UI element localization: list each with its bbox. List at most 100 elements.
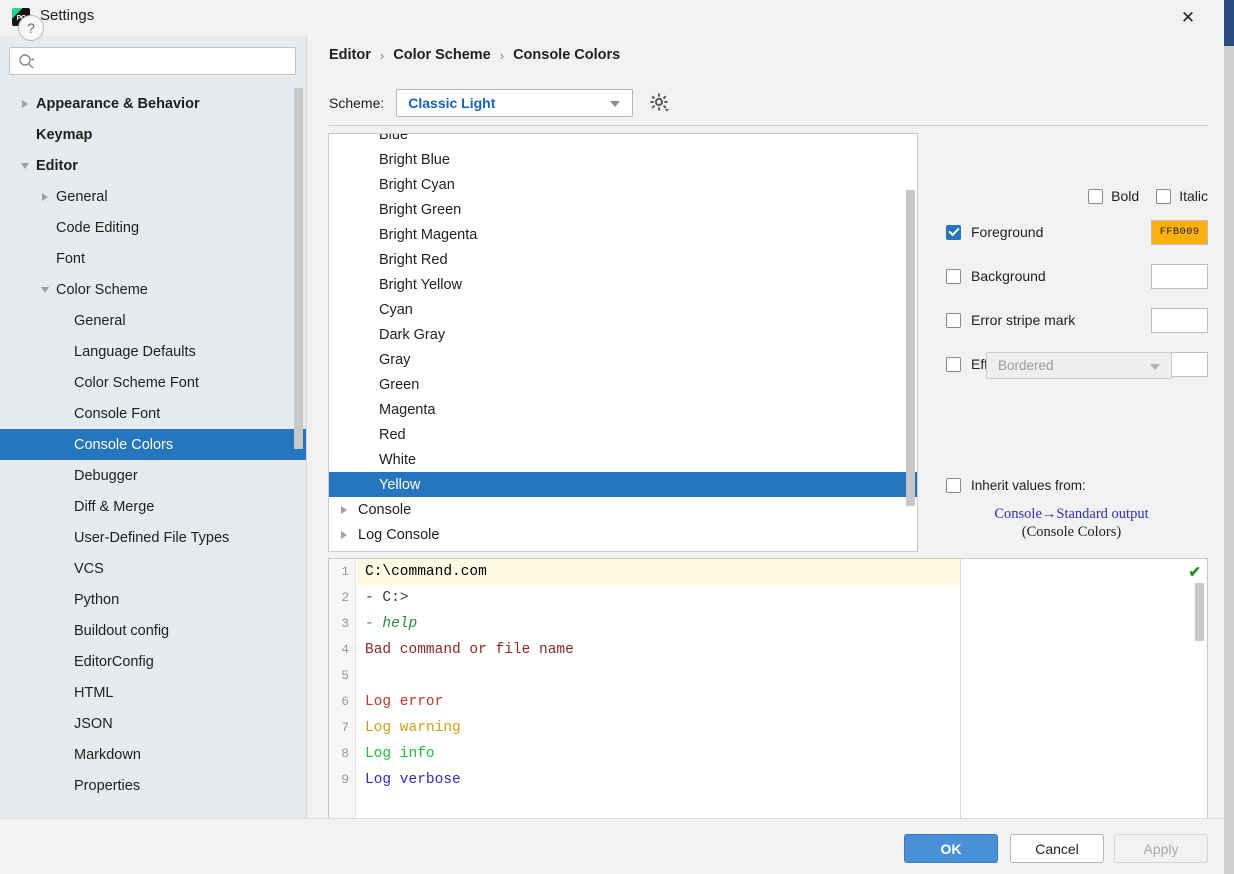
italic-option[interactable]: Italic [1156, 188, 1208, 204]
ok-button[interactable]: OK [904, 834, 998, 863]
inherit-source-link[interactable]: Console→Standard output [935, 505, 1208, 524]
preview-editor[interactable]: 123456789 C:\command.com- C:>- helpBad c… [328, 558, 1208, 836]
color-list-row[interactable]: Green [329, 372, 917, 397]
background-option[interactable]: Background [946, 268, 1046, 284]
apply-button[interactable]: Apply [1114, 834, 1208, 863]
sidebar-item-markdown[interactable]: Markdown [0, 739, 307, 770]
sidebar-item-diff-merge[interactable]: Diff & Merge [0, 491, 307, 522]
close-icon[interactable]: ✕ [1166, 0, 1210, 36]
code-line: - C:> [357, 585, 960, 611]
scheme-dropdown[interactable]: Classic Light [396, 89, 633, 117]
color-row-label: Blue [379, 133, 408, 143]
color-list-row[interactable]: Bright Cyan [329, 172, 917, 197]
color-list-row[interactable]: Dark Gray [329, 322, 917, 347]
line-number: 8 [329, 741, 355, 767]
cancel-button[interactable]: Cancel [1010, 834, 1104, 863]
search-input[interactable] [36, 54, 281, 69]
chevron-down-icon[interactable] [18, 159, 32, 173]
foreground-checkbox[interactable] [946, 225, 961, 240]
chevron-right-icon[interactable] [338, 529, 350, 541]
sidebar-item-label: VCS [74, 561, 104, 577]
color-settings-list[interactable]: BlueBright BlueBright CyanBright GreenBr… [328, 133, 918, 552]
color-list-row[interactable]: Bright Red [329, 247, 917, 272]
sidebar-item-html[interactable]: HTML [0, 677, 307, 708]
sidebar-item-editor[interactable]: Editor [0, 150, 307, 181]
error-stripe-color-swatch[interactable] [1151, 308, 1208, 333]
sidebar-item-font[interactable]: Font [0, 243, 307, 274]
sidebar-item-language-defaults[interactable]: Language Defaults [0, 336, 307, 367]
main-panel: Editor›Color Scheme›Console Colors Schem… [307, 36, 1224, 818]
chevron-down-icon [1150, 364, 1160, 370]
search-box[interactable] [9, 47, 296, 75]
chevron-right-icon[interactable] [18, 97, 32, 111]
help-button[interactable]: ? [18, 15, 44, 41]
chevron-right-icon[interactable] [338, 504, 350, 516]
sidebar-item-label: Properties [74, 778, 140, 794]
color-row-label: Green [379, 377, 419, 393]
inherit-checkbox[interactable] [946, 478, 961, 493]
background-color-swatch[interactable] [1151, 264, 1208, 289]
line-number: 3 [329, 611, 355, 637]
italic-checkbox[interactable] [1156, 189, 1171, 204]
bold-label: Bold [1111, 188, 1139, 204]
bold-checkbox[interactable] [1088, 189, 1103, 204]
error-stripe-checkbox[interactable] [946, 313, 961, 328]
sidebar-item-label: HTML [74, 685, 113, 701]
color-list-row[interactable]: Cyan [329, 297, 917, 322]
color-list-scrollbar[interactable] [906, 190, 915, 506]
sidebar-item-editorconfig[interactable]: EditorConfig [0, 646, 307, 677]
color-row-label: Bright Yellow [379, 277, 462, 293]
sidebar-item-properties[interactable]: Properties [0, 770, 307, 801]
sidebar-item-color-scheme[interactable]: Color Scheme [0, 274, 307, 305]
sidebar-scrollbar[interactable] [294, 88, 303, 449]
sidebar-item-color-scheme-font[interactable]: Color Scheme Font [0, 367, 307, 398]
color-list-row[interactable]: Bright Blue [329, 147, 917, 172]
sidebar-item-label: JSON [74, 716, 113, 732]
code-line: - help [357, 611, 960, 637]
effects-checkbox[interactable] [946, 357, 961, 372]
sidebar-item-appearance-behavior[interactable]: Appearance & Behavior [0, 88, 307, 119]
gear-icon[interactable] [649, 92, 671, 114]
search-icon [18, 52, 36, 70]
sidebar-item-debugger[interactable]: Debugger [0, 460, 307, 491]
scheme-value: Classic Light [408, 95, 495, 111]
sidebar-item-console-font[interactable]: Console Font [0, 398, 307, 429]
sidebar-item-code-editing[interactable]: Code Editing [0, 212, 307, 243]
sidebar-item-vcs[interactable]: VCS [0, 553, 307, 584]
sidebar-item-buildout-config[interactable]: Buildout config [0, 615, 307, 646]
color-list-row[interactable]: Bright Magenta [329, 222, 917, 247]
color-list-row[interactable]: Yellow [329, 472, 917, 497]
scheme-row: Scheme: Classic Light [329, 89, 671, 117]
foreground-color-swatch[interactable]: FFB009 [1151, 220, 1208, 245]
inherit-row[interactable]: Inherit values from: [946, 478, 1086, 493]
sidebar-item-python[interactable]: Python [0, 584, 307, 615]
breadcrumb-separator: › [500, 48, 504, 63]
effects-type-dropdown[interactable]: Bordered [986, 352, 1172, 379]
color-group-row[interactable]: Log Console [329, 522, 917, 547]
error-stripe-option[interactable]: Error stripe mark [946, 312, 1075, 328]
chevron-right-icon[interactable] [38, 190, 52, 204]
color-group-row[interactable]: Console [329, 497, 917, 522]
sidebar-item-label: Buildout config [74, 623, 169, 639]
color-list-row[interactable]: Blue [329, 133, 917, 147]
sidebar-item-general[interactable]: General [0, 305, 307, 336]
sidebar-item-label: Console Colors [74, 437, 173, 453]
sidebar-item-label: Font [56, 251, 85, 267]
sidebar-item-keymap[interactable]: Keymap [0, 119, 307, 150]
preview-scrollbar[interactable] [1195, 583, 1204, 641]
chevron-down-icon[interactable] [38, 283, 52, 297]
bold-option[interactable]: Bold [1088, 188, 1139, 204]
color-list-row[interactable]: Bright Yellow [329, 272, 917, 297]
color-list-row[interactable]: Bright Green [329, 197, 917, 222]
color-list-row[interactable]: Gray [329, 347, 917, 372]
color-list-row[interactable]: Magenta [329, 397, 917, 422]
sidebar-item-general[interactable]: General [0, 181, 307, 212]
sidebar-item-user-defined-file-types[interactable]: User-Defined File Types [0, 522, 307, 553]
color-list-row[interactable]: Red [329, 422, 917, 447]
background-checkbox[interactable] [946, 269, 961, 284]
sidebar-item-console-colors[interactable]: Console Colors [0, 429, 307, 460]
color-list-row[interactable]: White [329, 447, 917, 472]
sidebar-item-label: Markdown [74, 747, 141, 763]
foreground-option[interactable]: Foreground [946, 224, 1043, 240]
sidebar-item-json[interactable]: JSON [0, 708, 307, 739]
